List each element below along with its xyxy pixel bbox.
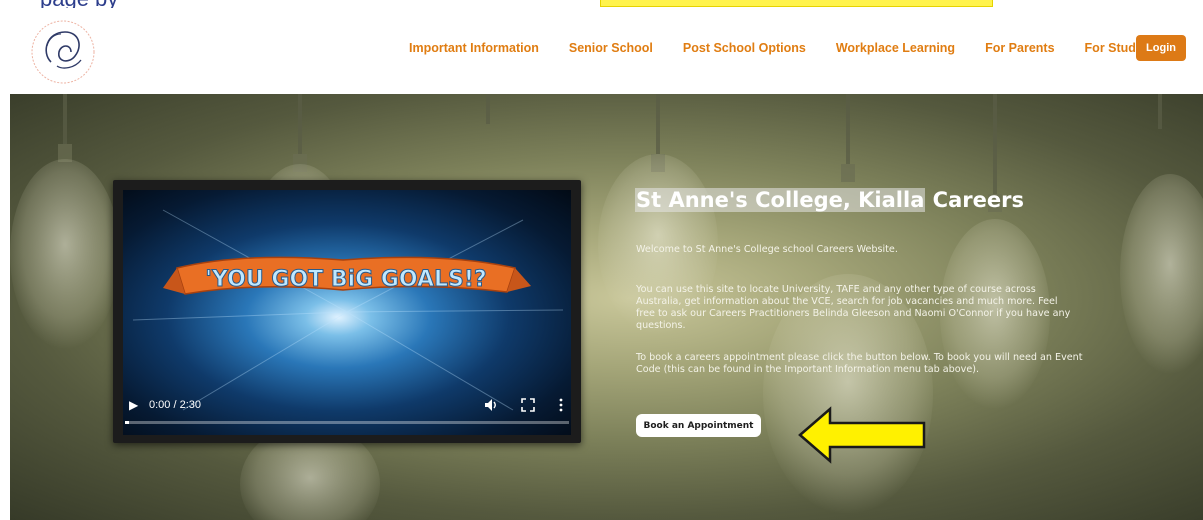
yellow-highlight-box: [600, 0, 993, 7]
video-player[interactable]: 'YOU GOT BiG GOALS!? ▶ 0:00 / 2:30: [113, 180, 581, 443]
nav-senior-school[interactable]: Senior School: [569, 41, 653, 55]
intro-text: You can use this site to locate Universi…: [636, 284, 1071, 331]
site-header: Important Information Senior School Post…: [0, 8, 1203, 94]
nav-important-information[interactable]: Important Information: [409, 41, 539, 55]
hero-section: 'YOU GOT BiG GOALS!? ▶ 0:00 / 2:30 St An…: [10, 94, 1203, 520]
book-appointment-button[interactable]: Book an Appointment: [636, 414, 761, 437]
video-frame[interactable]: 'YOU GOT BiG GOALS!? ▶ 0:00 / 2:30: [123, 190, 571, 435]
booking-instructions-text: To book a careers appointment please cli…: [636, 352, 1083, 375]
fullscreen-icon[interactable]: [521, 398, 535, 412]
welcome-text: Welcome to St Anne's College school Care…: [636, 244, 898, 255]
top-cropped-strip: page by: [0, 0, 1203, 8]
video-progress-bar[interactable]: [125, 421, 569, 424]
logo-emblem-icon: [31, 20, 95, 84]
nav-workplace-learning[interactable]: Workplace Learning: [836, 41, 955, 55]
nav-for-parents[interactable]: For Parents: [985, 41, 1054, 55]
more-options-icon[interactable]: [557, 397, 565, 413]
video-time: 0:00 / 2:30: [149, 399, 201, 411]
video-controls: ▶ 0:00 / 2:30: [123, 383, 571, 435]
video-progress-fill: [125, 421, 129, 424]
title-rest: Careers: [925, 188, 1024, 212]
arrow-left-icon: [798, 406, 926, 464]
college-logo[interactable]: [27, 16, 99, 88]
page-title: St Anne's College, Kialla Careers: [635, 188, 1024, 212]
volume-icon[interactable]: [484, 397, 498, 413]
play-icon[interactable]: ▶: [129, 397, 141, 413]
title-highlighted: St Anne's College, Kialla: [635, 188, 926, 212]
cropped-slide-text: page by: [40, 0, 118, 8]
nav-post-school-options[interactable]: Post School Options: [683, 41, 806, 55]
main-nav: Important Information Senior School Post…: [409, 37, 1162, 59]
login-button[interactable]: Login: [1136, 35, 1186, 61]
video-banner-text: 'YOU GOT BiG GOALS!?: [205, 267, 486, 292]
